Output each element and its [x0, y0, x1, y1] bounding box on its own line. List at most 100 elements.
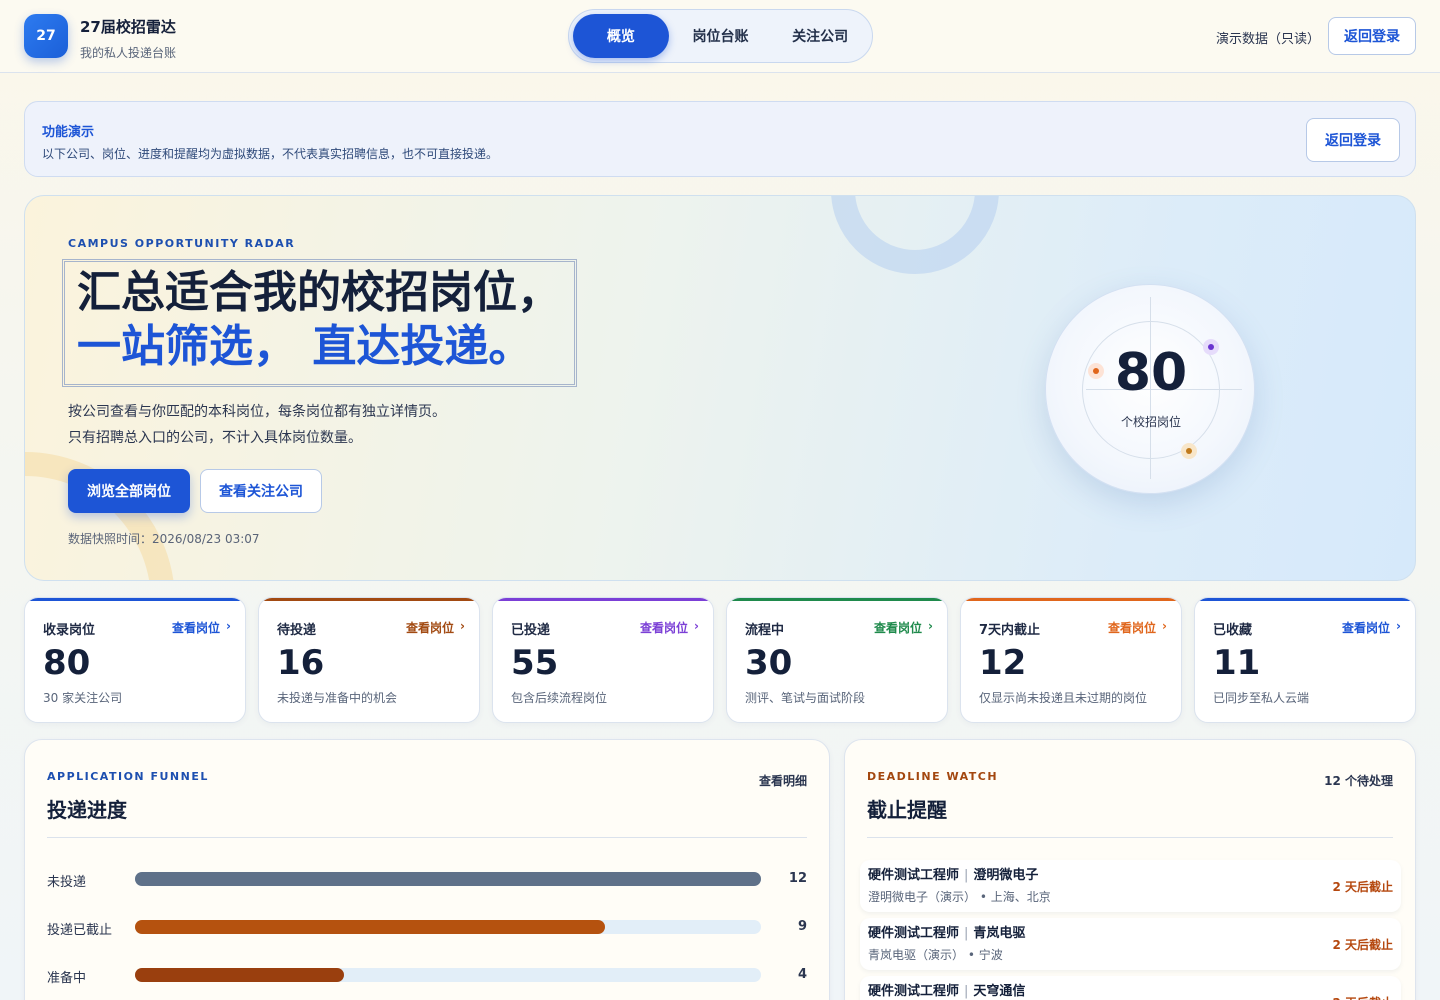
funnel-row: 投递已截止 9	[47, 917, 807, 938]
stat-subtitle: 包含后续流程岗位	[511, 691, 608, 705]
stat-card[interactable]: 7天内截止 查看岗位 › 12 仅显示尚未投递且未过期的岗位	[960, 597, 1182, 723]
stat-subtitle: 未投递与准备中的机会	[277, 691, 398, 705]
funnel-bar	[135, 968, 344, 982]
radar-widget: 80 个校招岗位	[1045, 284, 1255, 494]
deadline-pending-count[interactable]: 12 个待处理	[1324, 772, 1393, 789]
deadline-due: 2 天后截止	[1332, 994, 1393, 1000]
stat-value: 16	[277, 643, 325, 683]
funnel-bar	[135, 872, 761, 886]
stat-card[interactable]: 收录岗位 查看岗位 › 80 30 家关注公司	[24, 597, 246, 723]
deadline-role: 硬件测试工程师	[868, 868, 960, 883]
card-accent	[493, 598, 713, 601]
hero-section: CAMPUS OPPORTUNITY RADAR 汇总适合我的校招岗位， 一站筛…	[24, 195, 1416, 581]
deadline-item-title: 硬件测试工程师 | 青岚电驱	[868, 922, 1025, 941]
title-separator: |	[964, 926, 969, 941]
app-title: 27届校招雷达	[80, 18, 176, 36]
funnel-bar-track	[135, 968, 761, 982]
deadline-role: 硬件测试工程师	[868, 984, 960, 999]
hero-title: 汇总适合我的校招岗位， 一站筛选， 直达投递。	[62, 259, 577, 387]
view-jobs-label: 查看岗位	[1342, 621, 1391, 635]
funnel-bar-track	[135, 872, 761, 886]
view-followed-companies-button[interactable]: 查看关注公司	[200, 469, 322, 513]
deadline-company: 青岚电驱	[973, 926, 1026, 941]
chevron-right-icon: ›	[1162, 619, 1167, 633]
notice-text: 以下公司、岗位、进度和提醒均为虚拟数据，不代表真实招聘信息，也不可直接投递。	[42, 147, 499, 161]
deadline-due: 2 天后截止	[1332, 938, 1393, 952]
funnel-kicker: APPLICATION FUNNEL	[47, 770, 209, 783]
funnel-row-count: 12	[788, 871, 807, 886]
funnel-row-label: 准备中	[47, 971, 87, 986]
stat-label: 已收藏	[1213, 623, 1253, 638]
main-nav: 概览 岗位台账 关注公司	[568, 9, 873, 63]
deadline-watch-panel: DEADLINE WATCH 截止提醒 12 个待处理 硬件测试工程师 | 澄明微电…	[844, 739, 1416, 1000]
demo-data-label: 演示数据（只读）	[1216, 32, 1321, 47]
radar-dot-amber	[1181, 443, 1197, 459]
view-jobs-label: 查看岗位	[172, 621, 221, 635]
application-funnel-panel: APPLICATION FUNNEL 投递进度 查看明细 未投递 12 投递已截止 9…	[24, 739, 830, 1000]
funnel-bar	[135, 920, 605, 934]
stat-subtitle: 测评、笔试与面试阶段	[745, 691, 866, 705]
decorative-ring	[831, 196, 999, 274]
app-logo[interactable]: 27	[24, 14, 68, 58]
stat-card[interactable]: 已收藏 查看岗位 › 11 已同步至私人云端	[1194, 597, 1416, 723]
funnel-row-label: 未投递	[47, 875, 87, 890]
hero-title-line2: 一站筛选， 直达投递。	[77, 321, 533, 372]
stat-value: 55	[511, 643, 559, 683]
deadline-divider	[867, 837, 1393, 838]
deadline-meta: 澄明微电子（演示） • 上海、北京	[868, 890, 1051, 904]
funnel-divider	[47, 837, 807, 838]
view-jobs-link[interactable]: 查看岗位 ›	[1342, 619, 1401, 636]
stat-subtitle: 已同步至私人云端	[1213, 691, 1310, 705]
chevron-right-icon: ›	[928, 619, 933, 633]
funnel-bar-track	[135, 920, 761, 934]
title-separator: |	[964, 984, 969, 999]
deadline-item[interactable]: 硬件测试工程师 | 青岚电驱青岚电驱（演示） • 宁波 2 天后截止	[860, 918, 1401, 970]
stat-card[interactable]: 待投递 查看岗位 › 16 未投递与准备中的机会	[258, 597, 480, 723]
funnel-row-count: 4	[797, 967, 807, 982]
card-accent	[25, 598, 245, 601]
stat-value: 80	[43, 643, 91, 683]
funnel-row: 准备中 4	[47, 965, 807, 986]
funnel-view-details-link[interactable]: 查看明细	[759, 772, 807, 789]
header-login-button[interactable]: 返回登录	[1328, 17, 1416, 55]
stat-label: 已投递	[511, 623, 551, 638]
stat-card[interactable]: 流程中 查看岗位 › 30 测评、笔试与面试阶段	[726, 597, 948, 723]
funnel-title: 投递进度	[47, 798, 127, 822]
stat-value: 30	[745, 643, 793, 683]
deadline-company: 天穹通信	[973, 984, 1026, 999]
radar-job-label: 个校招岗位	[1120, 415, 1181, 429]
snapshot-time: 数据快照时间：2026/08/23 03:07	[68, 532, 260, 546]
stat-label: 待投递	[277, 623, 317, 638]
view-jobs-link[interactable]: 查看岗位 ›	[172, 619, 231, 636]
browse-all-jobs-button[interactable]: 浏览全部岗位	[68, 469, 190, 513]
notice-login-button[interactable]: 返回登录	[1306, 118, 1400, 162]
top-bar: 27 27届校招雷达 我的私人投递台账 概览 岗位台账 关注公司 演示数据（只读…	[0, 0, 1440, 73]
card-accent	[1195, 598, 1415, 601]
tab-followed-companies[interactable]: 关注公司	[772, 14, 868, 58]
stat-label: 7天内截止	[979, 623, 1041, 638]
view-jobs-label: 查看岗位	[1108, 621, 1157, 635]
funnel-row: 未投递 12	[47, 869, 807, 890]
tab-job-ledger[interactable]: 岗位台账	[669, 14, 773, 58]
view-jobs-label: 查看岗位	[874, 621, 923, 635]
view-jobs-link[interactable]: 查看岗位 ›	[874, 619, 933, 636]
title-separator: |	[964, 868, 969, 883]
view-jobs-link[interactable]: 查看岗位 ›	[406, 619, 465, 636]
deadline-item[interactable]: 硬件测试工程师 | 澄明微电子 澄明微电子（演示） • 上海、北京 2 天后截止	[860, 860, 1401, 912]
view-jobs-link[interactable]: 查看岗位 ›	[640, 619, 699, 636]
deadline-role: 硬件测试工程师	[868, 926, 960, 941]
stat-card[interactable]: 已投递 查看岗位 › 55 包含后续流程岗位	[492, 597, 714, 723]
stat-label: 收录岗位	[43, 623, 96, 638]
deadline-meta: 青岚电驱（演示） • 宁波	[868, 948, 1003, 962]
tab-overview[interactable]: 概览	[573, 14, 669, 58]
view-jobs-link[interactable]: 查看岗位 ›	[1108, 619, 1167, 636]
deadline-item-title: 硬件测试工程师 | 天穹通信	[868, 980, 1025, 999]
hero-description-1: 按公司查看与你匹配的本科岗位，每条岗位都有独立详情页。	[68, 404, 446, 420]
chevron-right-icon: ›	[694, 619, 699, 633]
deadline-due: 2 天后截止	[1332, 880, 1393, 894]
deadline-item[interactable]: 硬件测试工程师 | 天穹通信 2 天后截止	[860, 976, 1401, 1000]
chevron-right-icon: ›	[1396, 619, 1401, 633]
app-subtitle: 我的私人投递台账	[80, 46, 177, 60]
view-jobs-label: 查看岗位	[640, 621, 689, 635]
notice-title: 功能演示	[42, 125, 95, 140]
